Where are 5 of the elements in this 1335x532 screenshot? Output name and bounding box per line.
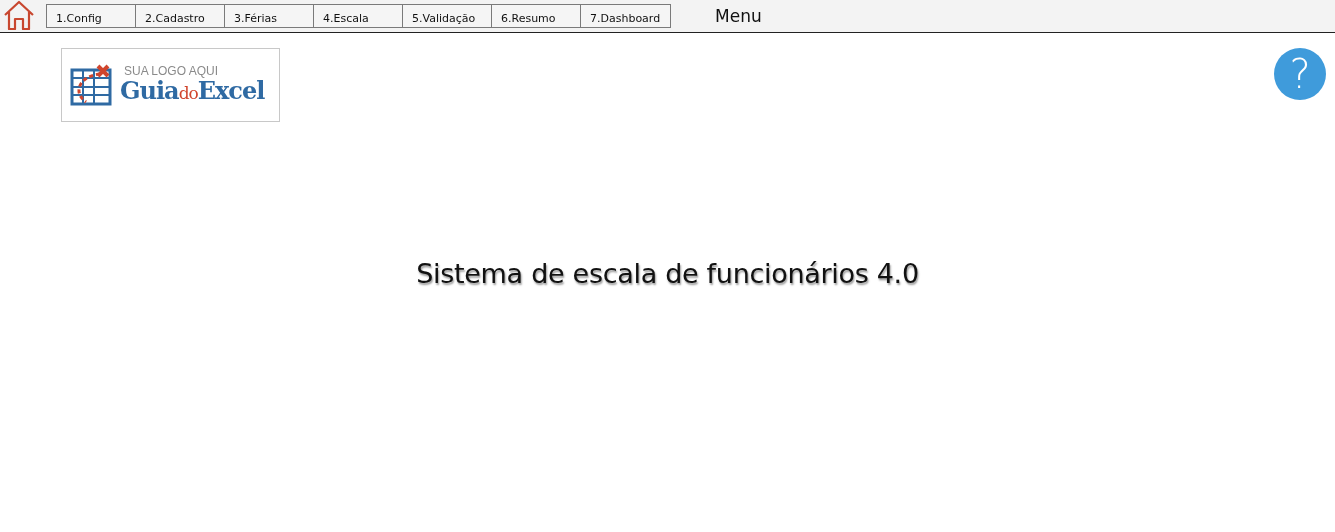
- logo-wordmark: GuiadoExcel: [120, 78, 265, 106]
- logo-tagline: SUA LOGO AQUI: [124, 64, 220, 78]
- page-heading: Sistema de escala de funcionários 4.0: [415, 258, 920, 289]
- home-icon[interactable]: [2, 0, 36, 30]
- menu-title: Menu: [715, 6, 762, 26]
